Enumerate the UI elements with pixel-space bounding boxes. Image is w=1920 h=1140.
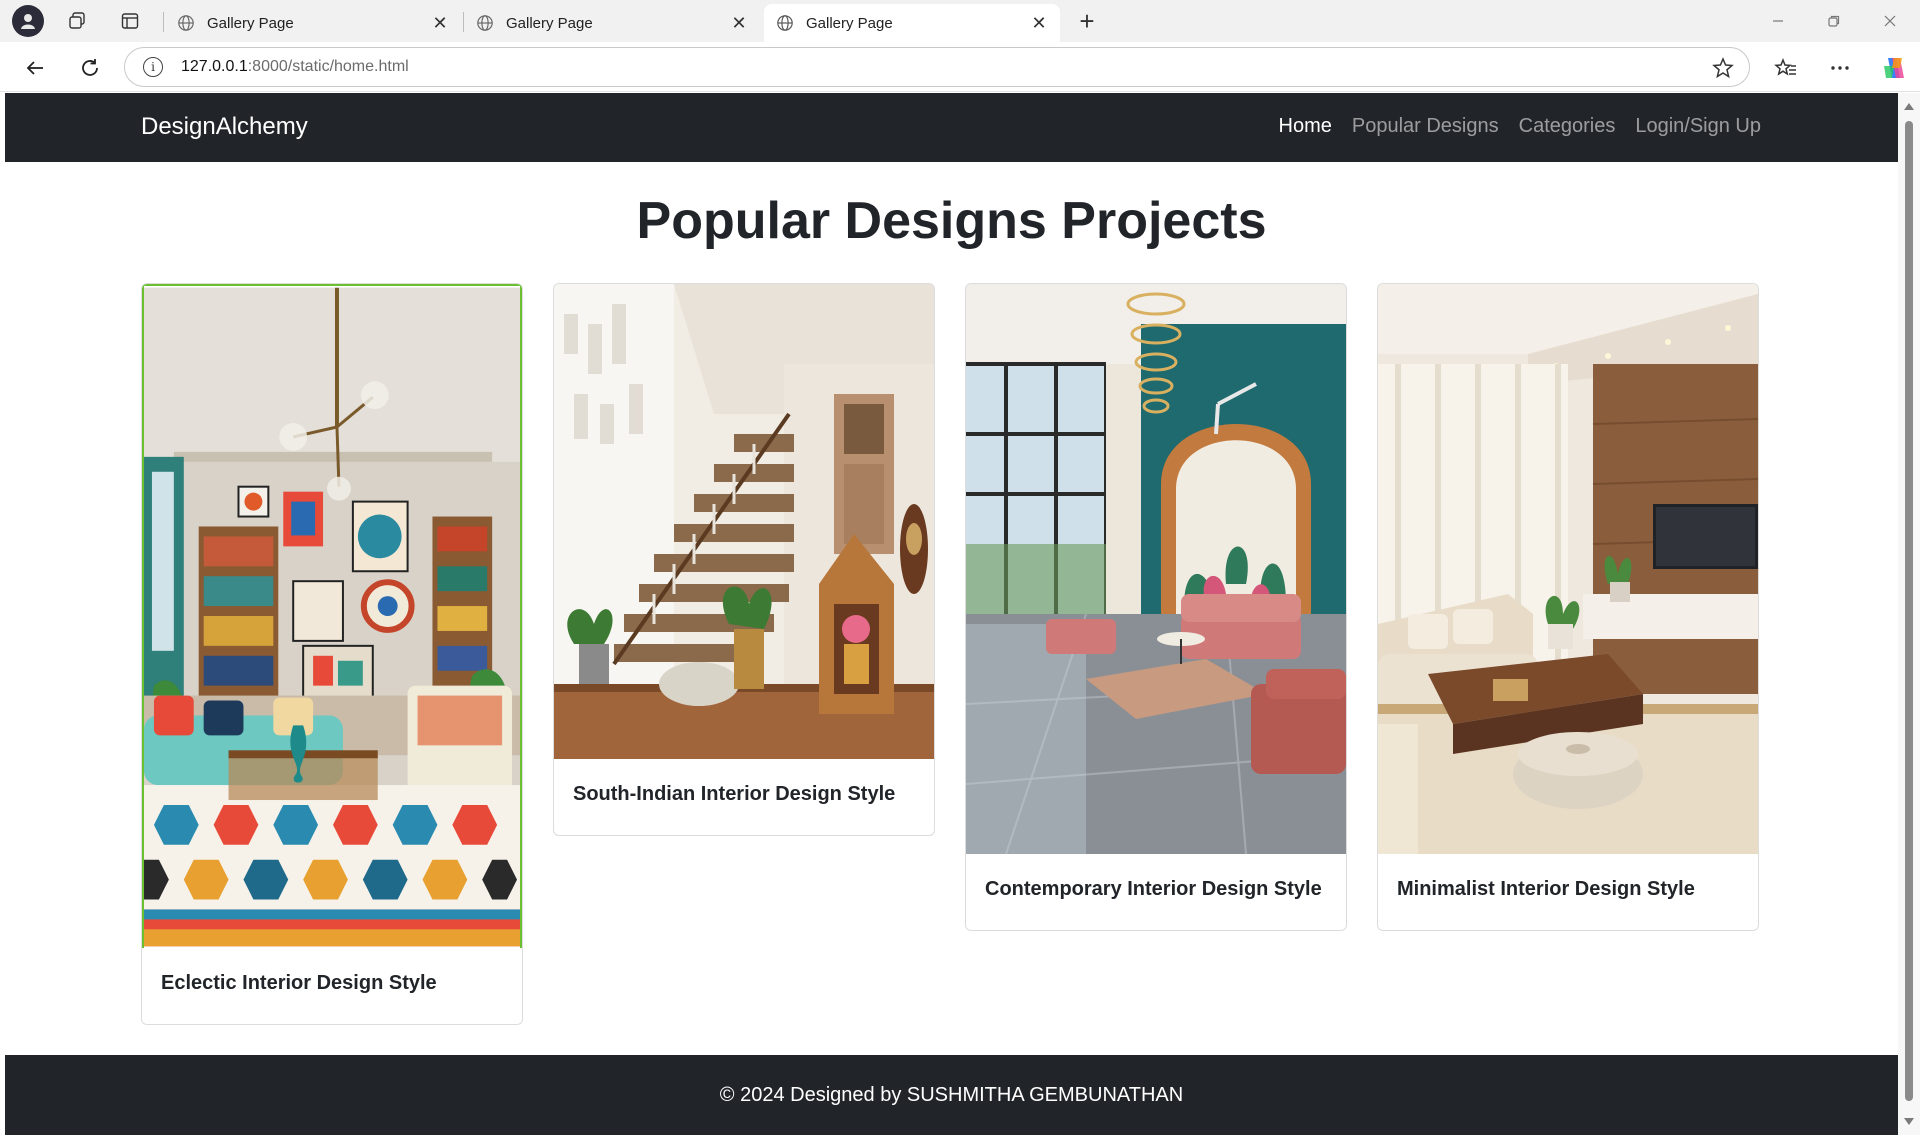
url-path: :8000/static/home.html [247, 58, 409, 75]
card-title[interactable]: Minimalist Interior Design Style [1397, 878, 1739, 901]
page-scrollbar[interactable] [1898, 93, 1920, 1135]
card-image-frame [142, 284, 522, 948]
tab-title: Gallery Page [207, 14, 294, 32]
favorites-icon[interactable] [1772, 54, 1800, 82]
close-window-button[interactable] [1862, 0, 1918, 42]
minimalist-interior-image[interactable] [1378, 284, 1758, 854]
page-title: Popular Designs Projects [636, 192, 1267, 250]
profile-avatar-icon[interactable] [12, 5, 44, 37]
copilot-icon[interactable] [1880, 54, 1908, 82]
site-navbar: DesignAlchemy Home Popular Designs Categ… [5, 93, 1898, 162]
nav-link-categories[interactable]: Categories [1519, 115, 1616, 138]
south-indian-interior-image[interactable] [554, 284, 934, 759]
favorite-star-icon[interactable] [1711, 56, 1735, 80]
site-footer: © 2024 Designed by SUSHMITHA GEMBUNATHAN [5, 1055, 1898, 1135]
browser-toolbar: i 127.0.0.1:8000/static/home.html [0, 42, 1920, 92]
browser-tab-2[interactable]: Gallery Page ✕ [464, 4, 760, 42]
card-body: Contemporary Interior Design Style [966, 854, 1346, 930]
nav-link-login-signup[interactable]: Login/Sign Up [1635, 115, 1761, 138]
card-title[interactable]: Contemporary Interior Design Style [985, 878, 1327, 901]
card-title[interactable]: Eclectic Interior Design Style [161, 972, 503, 995]
site-nav-links: Home Popular Designs Categories Login/Si… [1279, 115, 1761, 138]
more-options-icon[interactable] [1826, 54, 1854, 82]
contemporary-interior-image[interactable] [966, 284, 1346, 854]
site-brand[interactable]: DesignAlchemy [141, 113, 308, 141]
browser-tab-3-active[interactable]: Gallery Page ✕ [764, 4, 1060, 42]
nav-link-popular-designs[interactable]: Popular Designs [1352, 115, 1499, 138]
card-title[interactable]: South-Indian Interior Design Style [573, 783, 915, 806]
refresh-button[interactable] [72, 50, 108, 86]
close-tab-icon[interactable]: ✕ [730, 13, 748, 34]
browser-tab-1[interactable]: Gallery Page ✕ [165, 4, 461, 42]
design-card-eclectic[interactable]: Eclectic Interior Design Style [141, 283, 523, 1025]
close-tab-icon[interactable]: ✕ [431, 13, 449, 34]
close-tab-icon[interactable]: ✕ [1030, 13, 1048, 34]
tab-title: Gallery Page [806, 14, 893, 32]
address-bar[interactable]: i 127.0.0.1:8000/static/home.html [124, 47, 1750, 87]
site-info-icon[interactable]: i [143, 57, 163, 77]
globe-icon [777, 15, 793, 31]
restore-button[interactable] [1806, 0, 1862, 42]
vertical-tabs-icon[interactable] [113, 5, 147, 37]
footer-copyright: © 2024 Designed by SUSHMITHA GEMBUNATHAN [719, 1083, 1184, 1106]
tab-title: Gallery Page [506, 14, 593, 32]
new-tab-button[interactable]: + [1070, 4, 1104, 38]
url-host: 127.0.0.1 [181, 58, 248, 75]
design-card-minimalist[interactable]: Minimalist Interior Design Style [1377, 283, 1759, 931]
globe-icon [477, 15, 493, 31]
card-body: Minimalist Interior Design Style [1378, 854, 1758, 930]
tab-strip: Gallery Page ✕ Gallery Page ✕ Gallery Pa… [0, 0, 1920, 42]
tab-separator [163, 12, 164, 32]
minimize-button[interactable] [1750, 0, 1806, 42]
globe-icon [178, 15, 194, 31]
design-card-contemporary[interactable]: Contemporary Interior Design Style [965, 283, 1347, 931]
design-card-south-indian[interactable]: South-Indian Interior Design Style [553, 283, 935, 836]
card-body: South-Indian Interior Design Style [554, 759, 934, 835]
scroll-up-arrow-icon[interactable] [1904, 103, 1914, 110]
back-button[interactable] [17, 50, 53, 86]
card-body: Eclectic Interior Design Style [142, 948, 522, 1024]
workspaces-icon[interactable] [60, 5, 94, 37]
nav-link-home[interactable]: Home [1279, 115, 1332, 138]
scroll-thumb[interactable] [1905, 121, 1913, 1101]
scroll-down-arrow-icon[interactable] [1904, 1118, 1914, 1125]
page-viewport: DesignAlchemy Home Popular Designs Categ… [5, 93, 1898, 1135]
eclectic-interior-image[interactable] [144, 286, 520, 948]
